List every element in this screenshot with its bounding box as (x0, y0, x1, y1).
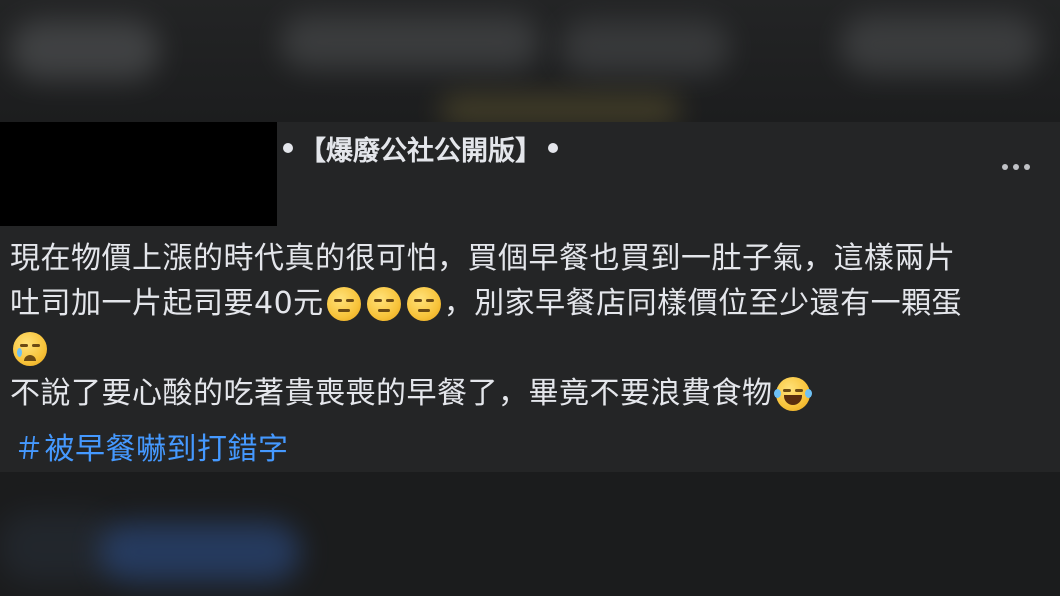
post-body: 現在物價上漲的時代真的很可怕，買個早餐也買到一肚子氣，這樣兩片 吐司加一片起司要… (10, 236, 1055, 416)
post-text-line: 不說了要心酸的吃著貴喪喪的早餐了，畢竟不要浪費食物 (10, 371, 1055, 416)
blurred-region (280, 15, 540, 70)
bullet-dot (548, 143, 558, 153)
blurred-region (560, 20, 730, 75)
bullet-dot (283, 143, 293, 153)
redacted-author-block (0, 122, 277, 226)
post-text-line: 吐司加一片起司要40元 ，別家早餐店同樣價位至少還有一顆蛋 (10, 281, 1055, 326)
more-horizontal-icon (1002, 164, 1008, 170)
screenshot: 【爆廢公社公開版】 現在物價上漲的時代真的很可怕，買個早餐也買到一肚子氣，這樣兩… (0, 0, 1060, 596)
pensive-face-emoji-icon (326, 286, 361, 321)
post-text: ，別家早餐店同樣價位至少還有一顆蛋 (443, 286, 963, 321)
pensive-face-emoji-icon (366, 286, 401, 321)
blurred-region (100, 522, 300, 582)
more-horizontal-icon (1024, 164, 1030, 170)
blurred-region (840, 15, 1040, 75)
crying-face-emoji-icon (13, 331, 47, 366)
tears-of-joy-emoji-icon (773, 376, 812, 411)
group-name[interactable]: 【爆廢公社公開版】 (277, 128, 564, 168)
blurred-region (10, 20, 160, 80)
more-options-button[interactable] (984, 152, 1048, 182)
more-horizontal-icon (1013, 164, 1019, 170)
pensive-face-emoji-icon (406, 286, 441, 321)
post-text: 不說了要心酸的吃著貴喪喪的早餐了，畢竟不要浪費食物 (10, 376, 773, 411)
post-text: 吐司加一片起司要40元 (10, 286, 324, 321)
blurred-header-area (0, 0, 1060, 122)
post-text: 現在物價上漲的時代真的很可怕，買個早餐也買到一肚子氣，這樣兩片 (10, 241, 956, 276)
blurred-region (440, 95, 680, 122)
blurred-footer-area (0, 472, 1060, 596)
post-text-line (10, 326, 1055, 371)
post-card: 【爆廢公社公開版】 現在物價上漲的時代真的很可怕，買個早餐也買到一肚子氣，這樣兩… (0, 122, 1060, 472)
post-text-line: 現在物價上漲的時代真的很可怕，買個早餐也買到一肚子氣，這樣兩片 (10, 236, 1055, 281)
group-name-label[interactable]: 【爆廢公社公開版】 (299, 129, 542, 168)
hashtag-link[interactable]: ＃被早餐嚇到打錯字 (14, 430, 289, 470)
